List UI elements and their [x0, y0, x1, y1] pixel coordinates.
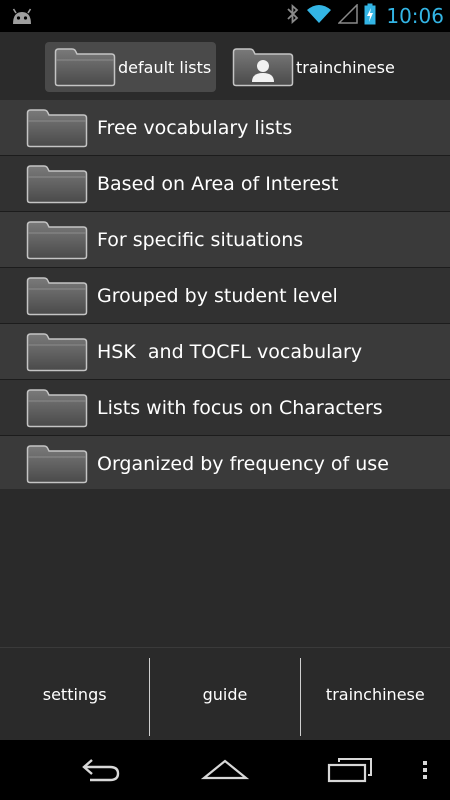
tab-label: default lists [118, 57, 212, 77]
bluetooth-icon [286, 3, 300, 29]
list-item-label: Organized by frequency of use [97, 452, 389, 475]
wifi-icon [306, 4, 332, 28]
status-time: 10:06 [386, 4, 444, 28]
trainchinese-button[interactable]: trainchinese [301, 648, 450, 741]
tab-default-lists[interactable]: default lists [45, 42, 216, 92]
folder-icon [26, 164, 88, 204]
list-item-label: Free vocabulary lists [97, 116, 293, 139]
folder-icon [26, 444, 88, 484]
user-folder-icon [232, 47, 294, 87]
settings-button[interactable]: settings [0, 648, 149, 741]
home-icon[interactable] [195, 740, 255, 800]
list-item-area-of-interest[interactable]: Based on Area of Interest [0, 156, 450, 212]
list-item-label: Based on Area of Interest [97, 172, 339, 195]
folder-icon [26, 276, 88, 316]
back-icon[interactable] [70, 740, 130, 800]
list-item-frequency-of-use[interactable]: Organized by frequency of use [0, 436, 450, 492]
vocabulary-list: Free vocabulary lists Based on Area of I… [0, 100, 450, 492]
recent-apps-icon[interactable] [320, 740, 380, 800]
signal-icon [337, 3, 359, 28]
android-icon [10, 6, 34, 30]
folder-icon [26, 332, 88, 372]
list-item-label: For specific situations [97, 228, 304, 251]
list-source-tabs: default lists trainchinese [0, 32, 450, 100]
empty-area [0, 489, 450, 647]
list-item-label: HSK and TOCFL vocabulary [97, 340, 363, 363]
folder-icon [26, 220, 88, 260]
folder-icon [54, 47, 116, 87]
status-bar: 10:06 [0, 0, 450, 32]
list-item-label: Lists with focus on Characters [97, 396, 383, 419]
list-item-hsk-tocfl[interactable]: HSK and TOCFL vocabulary [0, 324, 450, 380]
navigation-bar [0, 740, 450, 800]
tab-label: trainchinese [296, 57, 395, 77]
tab-trainchinese[interactable]: trainchinese [225, 42, 405, 92]
list-item-label: Grouped by student level [97, 284, 338, 307]
bottom-action-bar: settings guide trainchinese [0, 647, 450, 741]
folder-icon [26, 108, 88, 148]
battery-charging-icon [364, 3, 376, 29]
list-item-free-vocabulary[interactable]: Free vocabulary lists [0, 100, 450, 156]
list-item-characters-focus[interactable]: Lists with focus on Characters [0, 380, 450, 436]
list-item-student-level[interactable]: Grouped by student level [0, 268, 450, 324]
menu-icon[interactable] [410, 740, 440, 800]
guide-button[interactable]: guide [150, 648, 299, 741]
folder-icon [26, 388, 88, 428]
list-item-specific-situations[interactable]: For specific situations [0, 212, 450, 268]
